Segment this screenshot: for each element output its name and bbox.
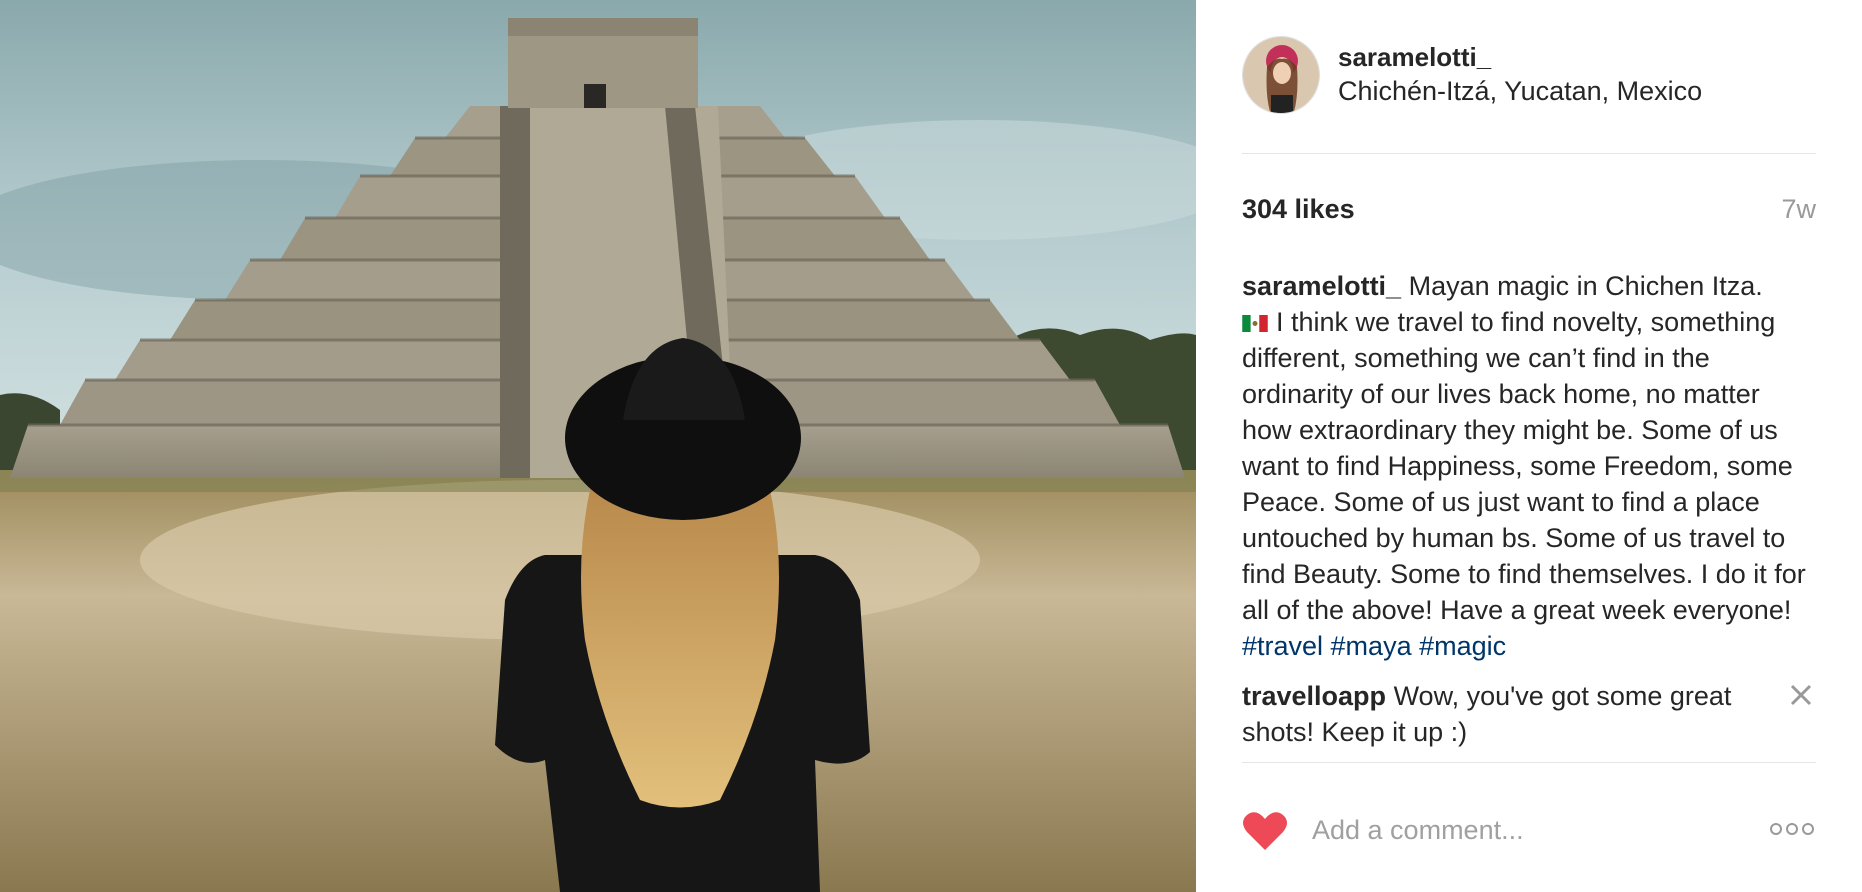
caption-username[interactable]: saramelotti_ <box>1242 271 1401 301</box>
caption-text-start: Mayan magic in Chichen Itza. <box>1408 271 1763 301</box>
chichen-itza-photo <box>0 0 1196 892</box>
post-location[interactable]: Chichén-Itzá, Yucatan, Mexico <box>1338 76 1702 107</box>
remove-comment-button[interactable] <box>1786 680 1816 710</box>
post-caption: saramelotti_ Mayan magic in Chichen Itza… <box>1242 268 1816 664</box>
caption-text-body: I think we travel to find novelty, somet… <box>1242 307 1806 625</box>
comment-item: travelloapp Wow, you've got some great s… <box>1242 678 1816 750</box>
comment-username[interactable]: travelloapp <box>1242 681 1386 711</box>
avatar[interactable] <box>1242 36 1320 114</box>
post-footer <box>1242 790 1816 870</box>
post-header: saramelotti_ Chichén-Itzá, Yucatan, Mexi… <box>1242 36 1816 154</box>
add-comment-input[interactable] <box>1312 808 1732 852</box>
caption-hashtags[interactable]: #travel #maya #magic <box>1242 631 1506 661</box>
likes-count[interactable]: 304 likes <box>1242 194 1355 225</box>
mexico-flag-icon <box>1242 315 1268 332</box>
instagram-post: saramelotti_ Chichén-Itzá, Yucatan, Mexi… <box>0 0 1862 892</box>
close-icon <box>1790 684 1812 706</box>
post-time[interactable]: 7w <box>1781 194 1816 225</box>
heart-icon[interactable] <box>1242 810 1288 852</box>
more-options-icon[interactable] <box>1768 818 1816 840</box>
post-photo[interactable] <box>0 0 1196 892</box>
post-username[interactable]: saramelotti_ <box>1338 42 1491 73</box>
post-side-panel: saramelotti_ Chichén-Itzá, Yucatan, Mexi… <box>1196 0 1862 892</box>
comments-list[interactable]: saramelotti_ Mayan magic in Chichen Itza… <box>1242 268 1816 763</box>
